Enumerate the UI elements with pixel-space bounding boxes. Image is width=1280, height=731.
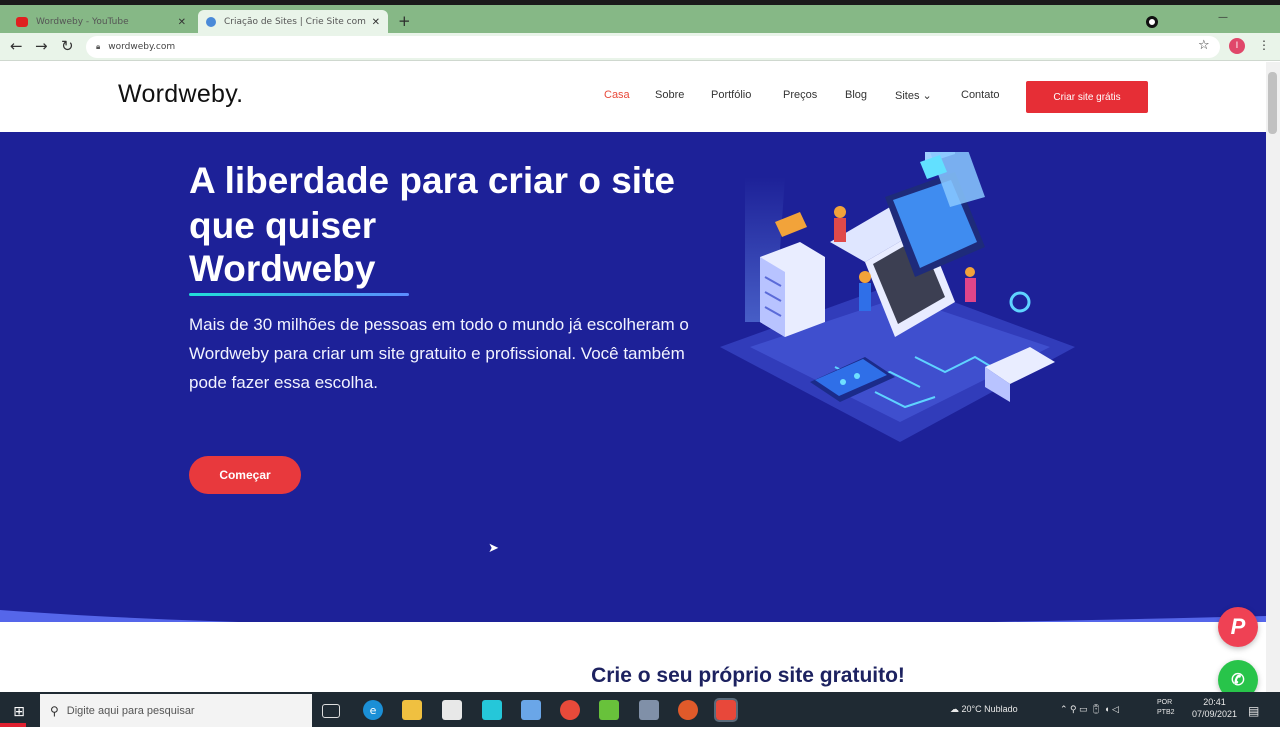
site-header: Wordweby. Casa Sobre Portfólio Preços Bl…: [0, 62, 1266, 132]
language-indicator[interactable]: POR PTB2: [1157, 698, 1179, 718]
browser-tab-active[interactable]: Criação de Sites | Crie Site com ✕: [198, 10, 388, 34]
file-explorer-icon[interactable]: [402, 700, 422, 720]
start-button[interactable]: Começar: [189, 456, 301, 494]
nav-item-casa[interactable]: Casa: [604, 89, 630, 101]
whatsapp-icon[interactable]: ✆: [1218, 660, 1258, 692]
p-chat-icon[interactable]: P: [1218, 607, 1258, 647]
hero-bottom-wave: [0, 610, 1266, 622]
nav-item-sites[interactable]: Sites ⌄: [895, 89, 932, 102]
site-favicon-icon: [206, 17, 216, 27]
recorder-icon[interactable]: [714, 698, 738, 722]
hero-section: A liberdade para criar o site que quiser…: [0, 132, 1266, 622]
search-icon: ⚲: [50, 703, 59, 718]
back-arrow-icon[interactable]: ←: [10, 37, 23, 55]
close-tab-icon[interactable]: ✕: [178, 17, 186, 28]
edge-browser-icon[interactable]: e: [363, 700, 383, 720]
weather-status[interactable]: ☁ 20°C Nublado: [950, 704, 1018, 715]
nav-item-sobre[interactable]: Sobre: [655, 89, 684, 101]
hero-brand: Wordweby: [189, 248, 376, 289]
browser-tab-youtube[interactable]: Wordweby - YouTube ✕: [8, 10, 194, 34]
document-icon[interactable]: [639, 700, 659, 720]
close-tab-icon[interactable]: ✕: [372, 17, 380, 28]
task-view-icon[interactable]: [322, 704, 340, 718]
profile-avatar[interactable]: I: [1229, 38, 1245, 54]
brand-underline: [189, 293, 409, 296]
windows-start-icon[interactable]: ⊞: [0, 692, 38, 731]
search-placeholder: Digite aqui para pesquisar: [66, 704, 195, 717]
scrollbar-thumb[interactable]: [1268, 72, 1277, 134]
lock-icon: 🔒︎: [96, 42, 101, 51]
taskbar: ⊞ ⚲ Digite aqui para pesquisar e ☁ 20°C …: [0, 692, 1280, 731]
screen-bottom-edge: [0, 727, 1280, 731]
nav-item-contato[interactable]: Contato: [961, 89, 1000, 101]
reload-icon[interactable]: ↻: [61, 37, 74, 55]
clock-date: 07/09/2021: [1192, 709, 1238, 719]
url-text: wordweby.com: [108, 42, 176, 52]
nav-item-precos[interactable]: Preços: [783, 89, 817, 101]
tab-title: Wordweby - YouTube: [36, 17, 129, 27]
green-app-icon[interactable]: [599, 700, 619, 720]
nav-item-blog[interactable]: Blog: [845, 89, 867, 101]
notes-icon[interactable]: [521, 700, 541, 720]
scrollbar[interactable]: [1266, 62, 1280, 692]
isometric-tech-illustration: [720, 152, 1075, 442]
store-icon[interactable]: [442, 700, 462, 720]
record-indicator-icon: [1146, 16, 1158, 28]
chrome-icon[interactable]: [560, 700, 580, 720]
hero-description: Mais de 30 milhões de pessoas em todo o …: [189, 315, 689, 392]
app-icon[interactable]: [482, 700, 502, 720]
system-tray-icons[interactable]: ⌃ ⚲ ▭ 🔋︎ ◖ ◁: [1060, 704, 1119, 715]
bookmark-star-icon[interactable]: ☆: [1198, 38, 1210, 53]
browser-menu-icon[interactable]: ⋮: [1258, 38, 1270, 52]
weather-text: 20°C Nublado: [961, 704, 1018, 714]
youtube-icon: [16, 17, 28, 27]
address-bar[interactable]: 🔒︎ wordweby.com: [86, 36, 1220, 58]
webpage: Wordweby. Casa Sobre Portfólio Preços Bl…: [0, 62, 1266, 692]
mouse-cursor-icon: ➤: [488, 541, 499, 556]
clock[interactable]: 20:41 07/09/2021: [1192, 696, 1237, 720]
create-free-site-button[interactable]: Criar site grátis: [1026, 81, 1148, 113]
new-tab-button[interactable]: +: [398, 12, 411, 30]
chrome-profile-icon[interactable]: [678, 700, 698, 720]
notifications-icon[interactable]: ▤: [1248, 704, 1259, 718]
taskbar-search-input[interactable]: ⚲ Digite aqui para pesquisar: [40, 694, 312, 727]
browser-toolbar: ← → ↻ 🔒︎ wordweby.com ☆: [0, 33, 1280, 61]
section-heading: Crie o seu próprio site gratuito!: [591, 664, 905, 687]
tab-title: Criação de Sites | Crie Site com: [224, 17, 366, 27]
site-logo[interactable]: Wordweby.: [118, 80, 243, 109]
forward-arrow-icon[interactable]: →: [35, 37, 48, 55]
clock-time: 20:41: [1203, 697, 1226, 707]
minimize-window-icon[interactable]: —: [1218, 12, 1228, 23]
hero-title: A liberdade para criar o site que quiser: [189, 160, 675, 246]
browser-tab-strip: Wordweby - YouTube ✕ Criação de Sites | …: [0, 0, 1280, 34]
nav-item-portfolio[interactable]: Portfólio: [711, 89, 751, 101]
